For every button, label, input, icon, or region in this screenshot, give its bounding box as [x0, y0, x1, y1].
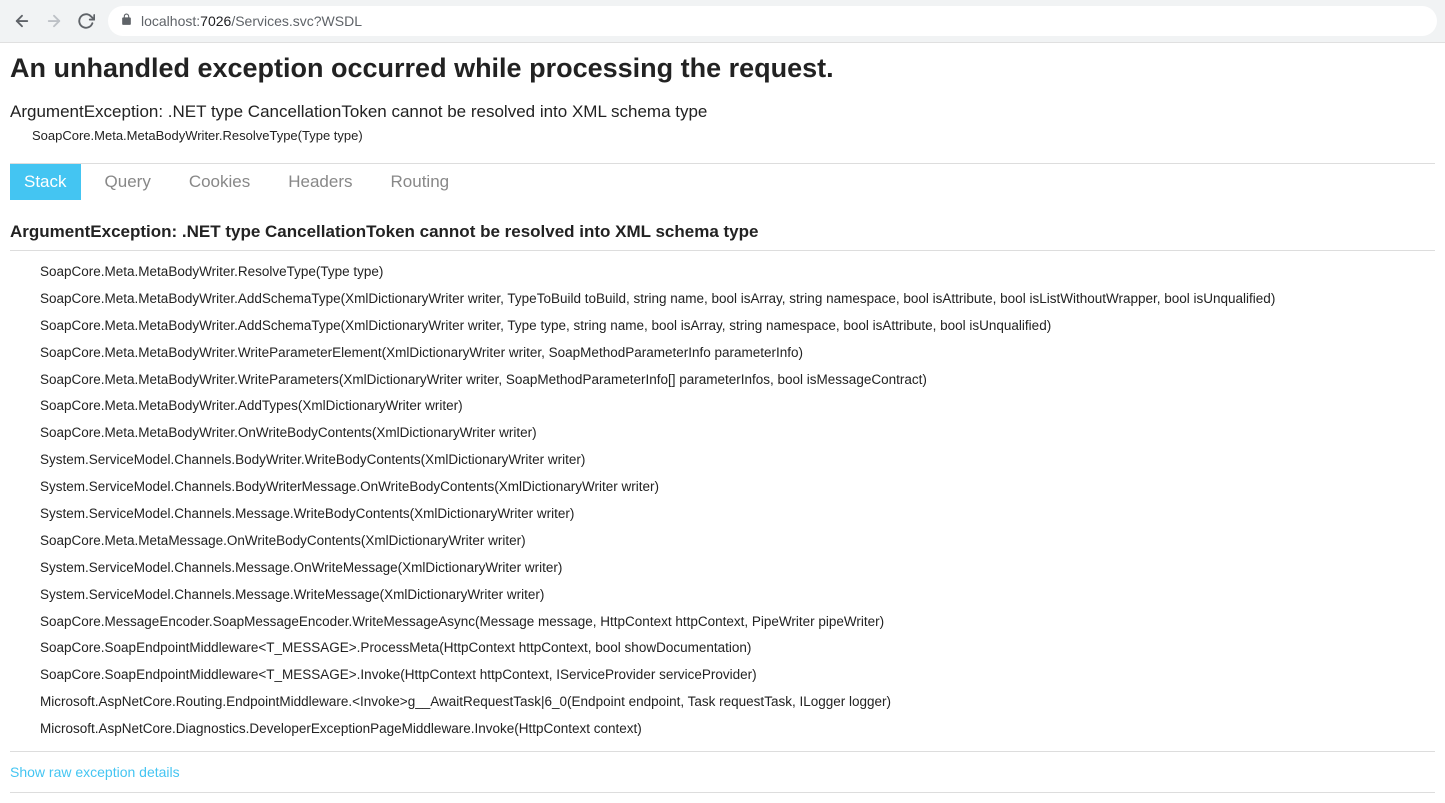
reload-button[interactable]: [76, 11, 96, 31]
forward-button[interactable]: [44, 11, 64, 31]
stack-line[interactable]: SoapCore.Meta.MetaBodyWriter.AddTypes(Xm…: [10, 393, 1435, 420]
stack-line[interactable]: SoapCore.SoapEndpointMiddleware<T_MESSAG…: [10, 635, 1435, 662]
tab-stack[interactable]: Stack: [10, 164, 81, 200]
url-text: localhost:7026/Services.svc?WSDL: [141, 13, 362, 29]
nav-buttons: [8, 11, 100, 31]
stack-line[interactable]: SoapCore.Meta.MetaBodyWriter.AddSchemaTy…: [10, 286, 1435, 313]
lock-icon: [120, 13, 133, 29]
page-content: An unhandled exception occurred while pr…: [0, 43, 1445, 803]
tab-routing[interactable]: Routing: [377, 164, 464, 200]
stack-line[interactable]: System.ServiceModel.Channels.Message.OnW…: [10, 555, 1435, 582]
stack-line[interactable]: System.ServiceModel.Channels.Message.Wri…: [10, 582, 1435, 609]
exception-summary: ArgumentException: .NET type Cancellatio…: [10, 102, 1435, 122]
browser-toolbar: localhost:7026/Services.svc?WSDL: [0, 0, 1445, 43]
stack-line[interactable]: System.ServiceModel.Channels.BodyWriterM…: [10, 474, 1435, 501]
stack-line[interactable]: SoapCore.SoapEndpointMiddleware<T_MESSAG…: [10, 662, 1435, 689]
url-port: 7026: [200, 13, 231, 29]
page-title: An unhandled exception occurred while pr…: [10, 53, 1435, 84]
stack-line[interactable]: SoapCore.Meta.MetaBodyWriter.WriteParame…: [10, 367, 1435, 394]
stack-trace: SoapCore.Meta.MetaBodyWriter.ResolveType…: [10, 251, 1435, 752]
back-button[interactable]: [12, 11, 32, 31]
url-host-prefix: localhost:: [141, 13, 200, 29]
stack-line[interactable]: SoapCore.Meta.MetaBodyWriter.AddSchemaTy…: [10, 313, 1435, 340]
tab-cookies[interactable]: Cookies: [175, 164, 264, 200]
tabs: Stack Query Cookies Headers Routing: [10, 164, 1435, 200]
stack-line[interactable]: SoapCore.Meta.MetaBodyWriter.ResolveType…: [10, 259, 1435, 286]
stack-line[interactable]: SoapCore.MessageEncoder.SoapMessageEncod…: [10, 609, 1435, 636]
address-bar[interactable]: localhost:7026/Services.svc?WSDL: [108, 6, 1437, 36]
stack-line[interactable]: Microsoft.AspNetCore.Diagnostics.Develop…: [10, 716, 1435, 743]
stack-line[interactable]: SoapCore.Meta.MetaBodyWriter.WriteParame…: [10, 340, 1435, 367]
exception-location: SoapCore.Meta.MetaBodyWriter.ResolveType…: [32, 128, 1435, 143]
stack-line[interactable]: SoapCore.Meta.MetaBodyWriter.OnWriteBody…: [10, 420, 1435, 447]
tab-query[interactable]: Query: [91, 164, 165, 200]
stack-line[interactable]: System.ServiceModel.Channels.BodyWriter.…: [10, 447, 1435, 474]
url-path: /Services.svc?WSDL: [231, 13, 362, 29]
exception-heading: ArgumentException: .NET type Cancellatio…: [10, 208, 1435, 251]
stack-line[interactable]: System.ServiceModel.Channels.Message.Wri…: [10, 501, 1435, 528]
stack-line[interactable]: SoapCore.Meta.MetaMessage.OnWriteBodyCon…: [10, 528, 1435, 555]
tab-headers[interactable]: Headers: [274, 164, 366, 200]
show-raw-details-link[interactable]: Show raw exception details: [10, 752, 1435, 793]
stack-line[interactable]: Microsoft.AspNetCore.Routing.EndpointMid…: [10, 689, 1435, 716]
